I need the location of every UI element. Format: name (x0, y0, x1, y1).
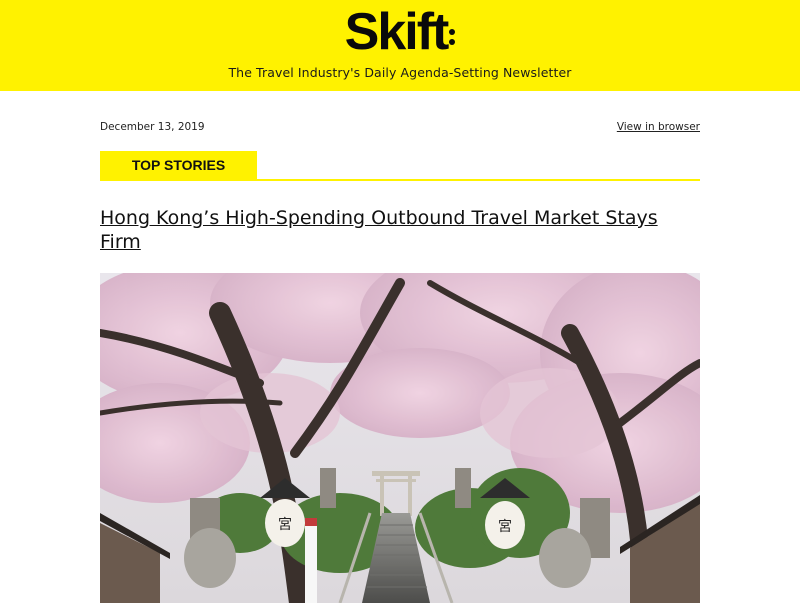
view-in-browser-link[interactable]: View in browser (617, 121, 700, 133)
tagline: The Travel Industry's Daily Agenda-Setti… (228, 65, 572, 80)
logo-text: Skift (344, 3, 450, 61)
article-hero-image[interactable]: 宮 宮 (100, 273, 700, 603)
meta-row: December 13, 2019 View in browser (100, 91, 700, 151)
section-label: TOP STORIES (100, 151, 257, 179)
logo-dots-icon (449, 29, 456, 45)
section-divider: TOP STORIES (100, 151, 700, 181)
article-headline[interactable]: Hong Kong’s High-Spending Outbound Trave… (100, 206, 700, 254)
svg-text:宮: 宮 (278, 517, 292, 533)
cherry-blossom-image: 宮 宮 (100, 273, 700, 603)
issue-date: December 13, 2019 (100, 121, 205, 133)
newsletter-body: December 13, 2019 View in browser TOP ST… (100, 91, 700, 603)
svg-text:宮: 宮 (498, 519, 512, 535)
newsletter-header: Skift The Travel Industry's Daily Agenda… (0, 0, 800, 91)
skift-logo[interactable]: Skift (0, 2, 800, 62)
